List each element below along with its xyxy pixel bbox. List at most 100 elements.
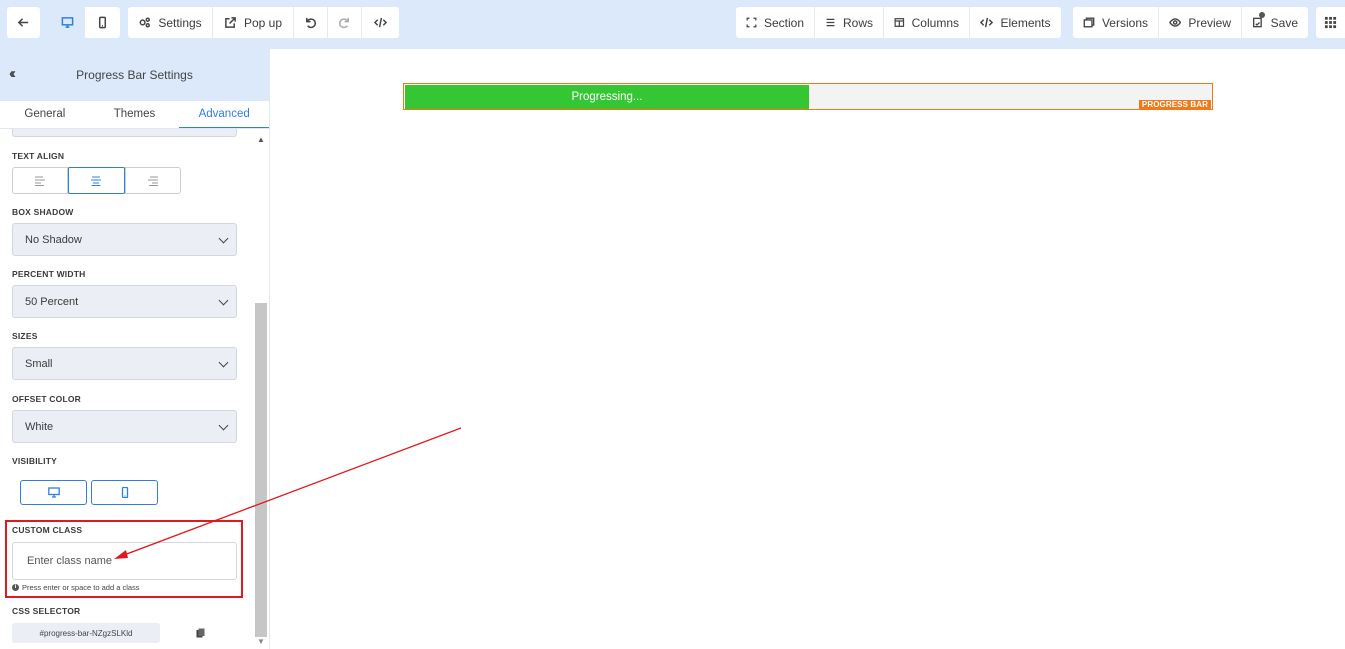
box-shadow-value: No Shadow xyxy=(25,233,82,246)
progress-bar-text: Progressing... xyxy=(571,91,643,103)
undo-button[interactable] xyxy=(294,7,328,38)
versions-label: Versions xyxy=(1101,15,1148,30)
rows-button[interactable]: Rows xyxy=(815,7,884,38)
align-center-icon xyxy=(91,176,102,186)
custom-class-hint-text: Press enter or space to add a class xyxy=(22,583,140,592)
visibility-desktop-toggle[interactable] xyxy=(20,480,87,505)
visibility-label: VISIBILITY xyxy=(12,456,57,466)
elements-button[interactable]: Elements xyxy=(970,7,1061,38)
mobile-icon xyxy=(121,487,128,498)
tab-advanced[interactable]: Advanced xyxy=(179,101,270,128)
redo-button[interactable] xyxy=(328,7,362,38)
elements-label: Elements xyxy=(1000,15,1051,30)
sidebar-scrollbar[interactable]: ▲ ▼ xyxy=(254,129,268,649)
unsaved-dot xyxy=(1259,12,1265,18)
apps-group xyxy=(1316,7,1345,38)
align-right-button[interactable] xyxy=(124,168,180,193)
percent-width-value: 50 Percent xyxy=(25,295,79,308)
structure-group: Section Rows Columns Elements xyxy=(736,7,1061,38)
save-label: Save xyxy=(1270,15,1298,30)
gears-icon xyxy=(139,17,151,28)
columns-label: Columns xyxy=(911,15,959,30)
offset-color-select[interactable]: White xyxy=(12,410,237,443)
versions-icon xyxy=(1083,17,1095,28)
top-toolbar: Settings Pop up Section Rows Columns Ele… xyxy=(0,0,1345,49)
code-icon xyxy=(374,17,387,28)
popup-button[interactable]: Pop up xyxy=(213,7,294,38)
section-button[interactable]: Section xyxy=(736,7,815,38)
custom-class-hint: i Press enter or space to add a class xyxy=(12,583,140,592)
arrow-left-icon xyxy=(17,18,29,27)
tab-themes[interactable]: Themes xyxy=(90,101,180,128)
device-group xyxy=(50,7,120,38)
columns-button[interactable]: Columns xyxy=(884,7,970,38)
settings-button[interactable]: Settings xyxy=(128,7,213,38)
custom-class-input[interactable] xyxy=(12,542,237,580)
text-align-label: TEXT ALIGN xyxy=(12,151,65,161)
text-align-group xyxy=(12,167,181,194)
percent-width-select[interactable]: 50 Percent xyxy=(12,285,237,318)
redo-icon xyxy=(339,17,349,29)
mobile-view-button[interactable] xyxy=(85,7,120,38)
eye-icon xyxy=(1169,18,1182,27)
box-shadow-select[interactable]: No Shadow xyxy=(12,223,237,256)
preview-button[interactable]: Preview xyxy=(1159,7,1242,38)
desktop-icon xyxy=(61,17,73,28)
rows-icon xyxy=(826,18,835,27)
align-left-icon xyxy=(35,176,46,186)
offset-color-label: OFFSET COLOR xyxy=(12,394,81,404)
chevron-down-icon xyxy=(218,233,229,244)
sidebar-title: Progress Bar Settings xyxy=(76,68,193,82)
save-button[interactable]: Save xyxy=(1242,7,1308,38)
back-group xyxy=(7,7,40,38)
sizes-label: SIZES xyxy=(12,331,38,341)
percent-width-label: PERCENT WIDTH xyxy=(12,269,86,279)
align-left-button[interactable] xyxy=(13,168,69,193)
desktop-icon xyxy=(47,487,60,498)
copy-icon[interactable] xyxy=(196,628,205,638)
sidebar-header: ‹‹ Progress Bar Settings xyxy=(0,49,269,101)
external-edit-icon xyxy=(225,17,236,28)
scrollbar-thumb[interactable] xyxy=(255,303,267,637)
versions-button[interactable]: Versions xyxy=(1073,7,1159,38)
tab-general[interactable]: General xyxy=(0,101,90,128)
scroll-up-icon[interactable]: ▲ xyxy=(257,135,265,144)
chevron-down-icon xyxy=(218,420,229,431)
sizes-select[interactable]: Small xyxy=(12,347,237,380)
css-selector-value: #progress-bar-NZgzSLKld xyxy=(12,623,160,643)
sizes-value: Small xyxy=(25,357,53,370)
settings-tabs: General Themes Advanced xyxy=(0,101,270,129)
cut-off-field xyxy=(12,129,237,137)
scroll-down-icon[interactable]: ▼ xyxy=(257,637,265,646)
custom-class-label: CUSTOM CLASS xyxy=(12,525,83,535)
code-button[interactable] xyxy=(362,7,399,38)
columns-icon xyxy=(894,18,905,27)
back-button[interactable] xyxy=(7,7,40,38)
code-icon xyxy=(980,17,994,28)
settings-label: Settings xyxy=(158,15,202,30)
edit-group: Settings Pop up xyxy=(128,7,399,38)
advanced-panel: TEXT ALIGN BOX SHADOW No Shadow PERCENT … xyxy=(0,129,254,649)
rows-label: Rows xyxy=(842,15,873,30)
undo-icon xyxy=(306,17,316,29)
desktop-view-button[interactable] xyxy=(50,7,85,38)
align-right-icon xyxy=(147,176,158,186)
section-label: Section xyxy=(763,15,804,30)
expand-icon xyxy=(746,17,757,28)
element-type-tag: PROGRESS BAR xyxy=(1138,100,1211,110)
info-icon: i xyxy=(12,584,19,591)
css-selector-label: CSS SELECTOR xyxy=(12,606,81,616)
align-center-button[interactable] xyxy=(68,167,125,194)
progress-bar-element[interactable]: Progressing... PROGRESS BAR xyxy=(403,83,1213,110)
chevron-down-icon xyxy=(218,295,229,306)
mobile-icon xyxy=(98,16,107,29)
preview-label: Preview xyxy=(1188,15,1231,30)
apps-menu-button[interactable] xyxy=(1316,7,1345,38)
collapse-sidebar-icon[interactable]: ‹‹ xyxy=(9,65,16,82)
box-shadow-label: BOX SHADOW xyxy=(12,207,74,217)
offset-color-value: White xyxy=(25,420,54,433)
settings-sidebar: ‹‹ Progress Bar Settings General Themes … xyxy=(0,49,270,649)
publish-group: Versions Preview Save xyxy=(1073,7,1308,38)
progress-bar-fill: Progressing... xyxy=(405,85,809,109)
visibility-mobile-toggle[interactable] xyxy=(91,480,158,505)
